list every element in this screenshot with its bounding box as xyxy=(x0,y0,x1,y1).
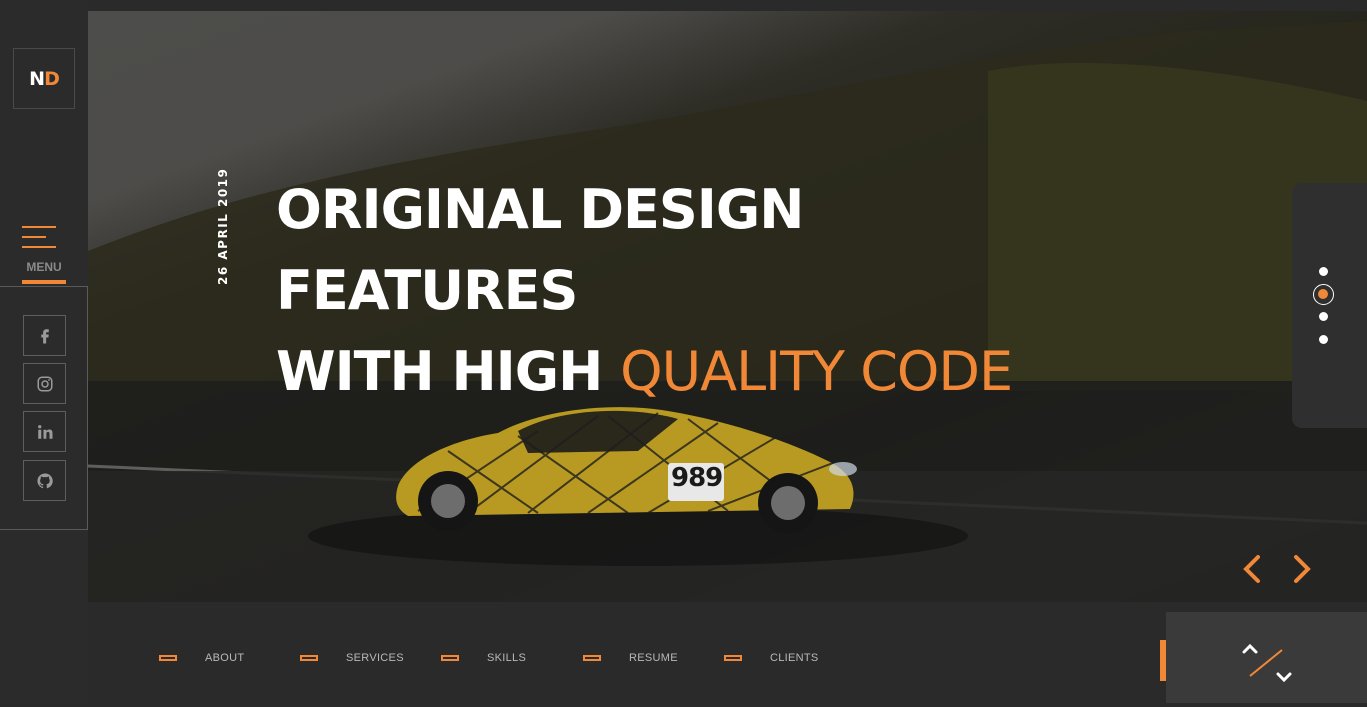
logo-letter-n: N xyxy=(29,67,45,90)
nav-item-skills[interactable]: SKILLS xyxy=(441,648,526,668)
slide-dot-1[interactable] xyxy=(1319,267,1328,276)
dash-icon xyxy=(441,655,459,661)
slide-dot-3[interactable] xyxy=(1319,312,1328,321)
car-number: 989 xyxy=(671,463,723,493)
instagram-button[interactable] xyxy=(23,363,66,404)
logo-text: ND xyxy=(29,67,60,90)
hamburger-icon xyxy=(22,226,56,228)
facebook-button[interactable] xyxy=(23,315,66,356)
github-button[interactable] xyxy=(23,460,66,501)
headline-line-3: WITH HIGH QUALITY CODE xyxy=(276,331,1013,412)
social-panel xyxy=(0,286,88,530)
nav-item-clients[interactable]: CLIENTS xyxy=(724,648,819,668)
github-icon xyxy=(36,472,53,488)
nav-label-clients: CLIENTS xyxy=(770,652,819,664)
nav-label-services: SERVICES xyxy=(346,652,404,664)
nav-item-services[interactable]: SERVICES xyxy=(300,648,404,668)
menu-underline xyxy=(22,280,66,284)
up-down-scroll-icon xyxy=(1242,643,1292,683)
linkedin-icon xyxy=(37,424,52,439)
instagram-icon xyxy=(37,376,52,391)
nav-label-resume: RESUME xyxy=(629,652,678,664)
top-strip xyxy=(0,0,1367,11)
slide-pagination xyxy=(1292,183,1367,428)
menu-label: MENU xyxy=(26,260,62,274)
race-car-image xyxy=(396,407,857,533)
headline-accent: QUALITY CODE xyxy=(620,340,1013,403)
prev-arrow-icon[interactable] xyxy=(1238,551,1266,587)
hero-headline: ORIGINAL DESIGN FEATURES WITH HIGH QUALI… xyxy=(276,169,1013,412)
hamburger-line xyxy=(22,246,56,248)
headline-line-2: FEATURES xyxy=(276,259,578,322)
slider-arrows xyxy=(1238,551,1318,591)
linkedin-button[interactable] xyxy=(23,411,66,452)
post-date: 26 APRIL 2019 xyxy=(216,167,230,285)
dash-icon xyxy=(583,655,601,661)
nav-label-skills: SKILLS xyxy=(487,652,527,664)
bottom-navigation: ABOUT SERVICES SKILLS RESUME CLIENTS xyxy=(88,612,1167,703)
headline-line-1: ORIGINAL DESIGN xyxy=(276,178,804,241)
slide-dot-2-active[interactable] xyxy=(1313,284,1334,305)
slide-dot-4[interactable] xyxy=(1319,335,1328,344)
nav-item-about[interactable]: ABOUT xyxy=(159,648,244,668)
menu-button[interactable]: MENU xyxy=(18,222,70,286)
hero-slider: 989 26 APRIL 2019 ORIGINAL DESIGN FEATUR… xyxy=(88,11,1367,602)
scroll-toggle-button[interactable] xyxy=(1166,612,1367,703)
nav-label-about: ABOUT xyxy=(205,652,245,664)
facebook-icon xyxy=(40,328,49,343)
headline-line-3-white: WITH HIGH xyxy=(276,340,621,403)
next-arrow-icon[interactable] xyxy=(1288,551,1316,587)
dash-icon xyxy=(300,655,318,661)
logo[interactable]: ND xyxy=(13,48,75,109)
logo-letter-d: D xyxy=(44,67,60,90)
nav-item-resume[interactable]: RESUME xyxy=(583,648,678,668)
dash-icon xyxy=(159,655,177,661)
dash-icon xyxy=(724,655,742,661)
left-sidebar: ND MENU xyxy=(0,0,88,703)
hamburger-line xyxy=(22,236,46,238)
